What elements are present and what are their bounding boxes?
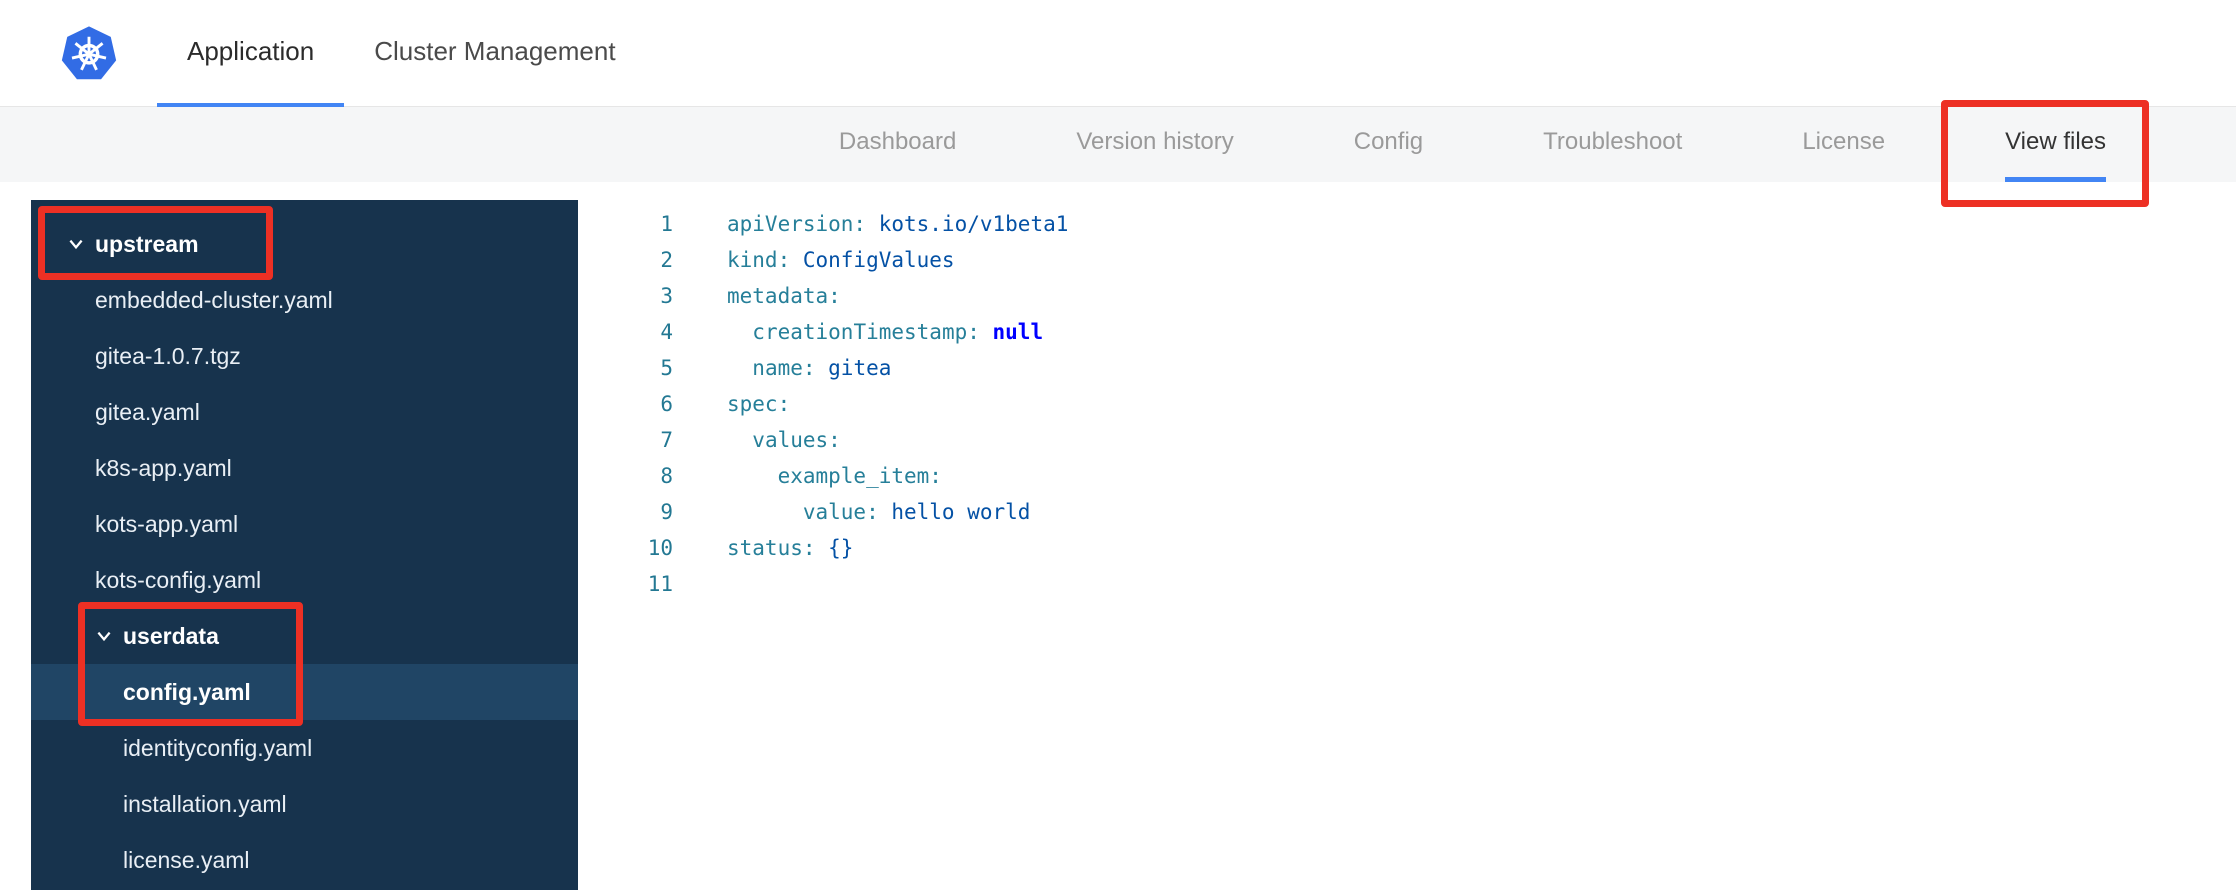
tree-item-label: gitea.yaml [95,398,200,425]
subnav-item-troubleshoot[interactable]: Troubleshoot [1543,107,1682,182]
code-content: values: [752,428,841,452]
tree-item-label: embedded-cluster.yaml [95,286,333,313]
code-line: 10 status: {} [578,530,2236,566]
tab-application[interactable]: Application [157,0,345,107]
code-content: name: gitea [752,356,892,380]
tree-folder-userdata[interactable]: userdata [31,608,578,664]
code-line: 4 creationTimestamp: null [578,314,2236,350]
subnav-item-version-history[interactable]: Version history [1076,107,1233,182]
code-line: 7 values: [578,422,2236,458]
subnav-item-config[interactable]: Config [1354,107,1423,182]
code-content: metadata: [727,284,841,308]
code-content: apiVersion: kots.io/v1beta1 [727,212,1069,236]
tree-item-label: kots-app.yaml [95,510,239,537]
header-tab-bar: Application Cluster Management [157,0,646,107]
line-number: 9 [660,500,673,524]
tab-cluster-management[interactable]: Cluster Management [344,0,645,107]
line-number: 4 [660,320,673,344]
code-line: 3 metadata: [578,278,2236,314]
tree-item-label: userdata [123,622,219,649]
tree-file-kots-app-yaml[interactable]: kots-app.yaml [31,496,578,552]
tree-file-config-yaml[interactable]: config.yaml [31,664,578,720]
line-number: 2 [660,248,673,272]
code-content: kind: ConfigValues [727,248,955,272]
app-subnav: Dashboard Version history Config Troublesho… [0,107,2236,182]
tree-item-label: gitea-1.0.7.tgz [95,342,241,369]
line-number: 3 [660,284,673,308]
tree-folder-upstream[interactable]: upstream [31,216,578,272]
tree-file-gitea-yaml[interactable]: gitea.yaml [31,384,578,440]
line-number: 7 [660,428,673,452]
tree-file-license-yaml[interactable]: license.yaml [31,832,578,888]
tree-file-installation-yaml[interactable]: installation.yaml [31,776,578,832]
line-number: 6 [660,392,673,416]
code-line: 9 value: hello world [578,494,2236,530]
tree-file-embedded-cluster-yaml[interactable]: embedded-cluster.yaml [31,272,578,328]
tree-item-label: k8s-app.yaml [95,454,232,481]
app-header: Application Cluster Management [0,0,2236,107]
tree-item-label: installation.yaml [123,790,287,817]
tree-item-label: identityconfig.yaml [123,734,313,761]
code-line: 8 example_item: [578,458,2236,494]
tree-item-label: config.yaml [123,678,251,705]
code-line: 1 apiVersion: kots.io/v1beta1 [578,206,2236,242]
yaml-file-viewer: 1 apiVersion: kots.io/v1beta1 2 kind: Confi… [578,182,2236,890]
subnav-item-license[interactable]: License [1802,107,1885,182]
kots-admin-console: Application Cluster Management Dashboard V… [0,0,2236,890]
chevron-down-icon [95,627,123,645]
code-line: 2 kind: ConfigValues [578,242,2236,278]
code-line: 5 name: gitea [578,350,2236,386]
subnav-item-view-files[interactable]: View files [2005,107,2106,182]
tree-file-gitea-1-0-7-tgz[interactable]: gitea-1.0.7.tgz [31,328,578,384]
chevron-down-icon [67,235,95,253]
line-number: 11 [647,572,673,596]
line-number: 1 [660,212,673,236]
tree-item-label: upstream [95,230,199,257]
tree-item-label: kots-config.yaml [95,566,262,593]
code-content: example_item: [777,464,942,488]
subnav-item-dashboard[interactable]: Dashboard [839,107,956,182]
tree-file-identityconfig-yaml[interactable]: identityconfig.yaml [31,720,578,776]
tree-file-kots-config-yaml[interactable]: kots-config.yaml [31,552,578,608]
tree-file-k8s-app-yaml[interactable]: k8s-app.yaml [31,440,578,496]
tree-item-label: license.yaml [123,846,250,873]
line-number: 5 [660,356,673,380]
line-number: 8 [660,464,673,488]
line-number: 10 [647,536,673,560]
code-content: status: {} [727,536,854,560]
kubernetes-logo-icon[interactable] [60,24,118,82]
file-tree-sidebar: upstream embedded-cluster.yaml gitea-1.0.7… [31,200,578,890]
code-content: value: hello world [802,500,1031,524]
code-line: 11 [578,566,2236,602]
code-content: spec: [727,392,791,416]
code-content: creationTimestamp: null [752,320,1044,344]
code-line: 6 spec: [578,386,2236,422]
